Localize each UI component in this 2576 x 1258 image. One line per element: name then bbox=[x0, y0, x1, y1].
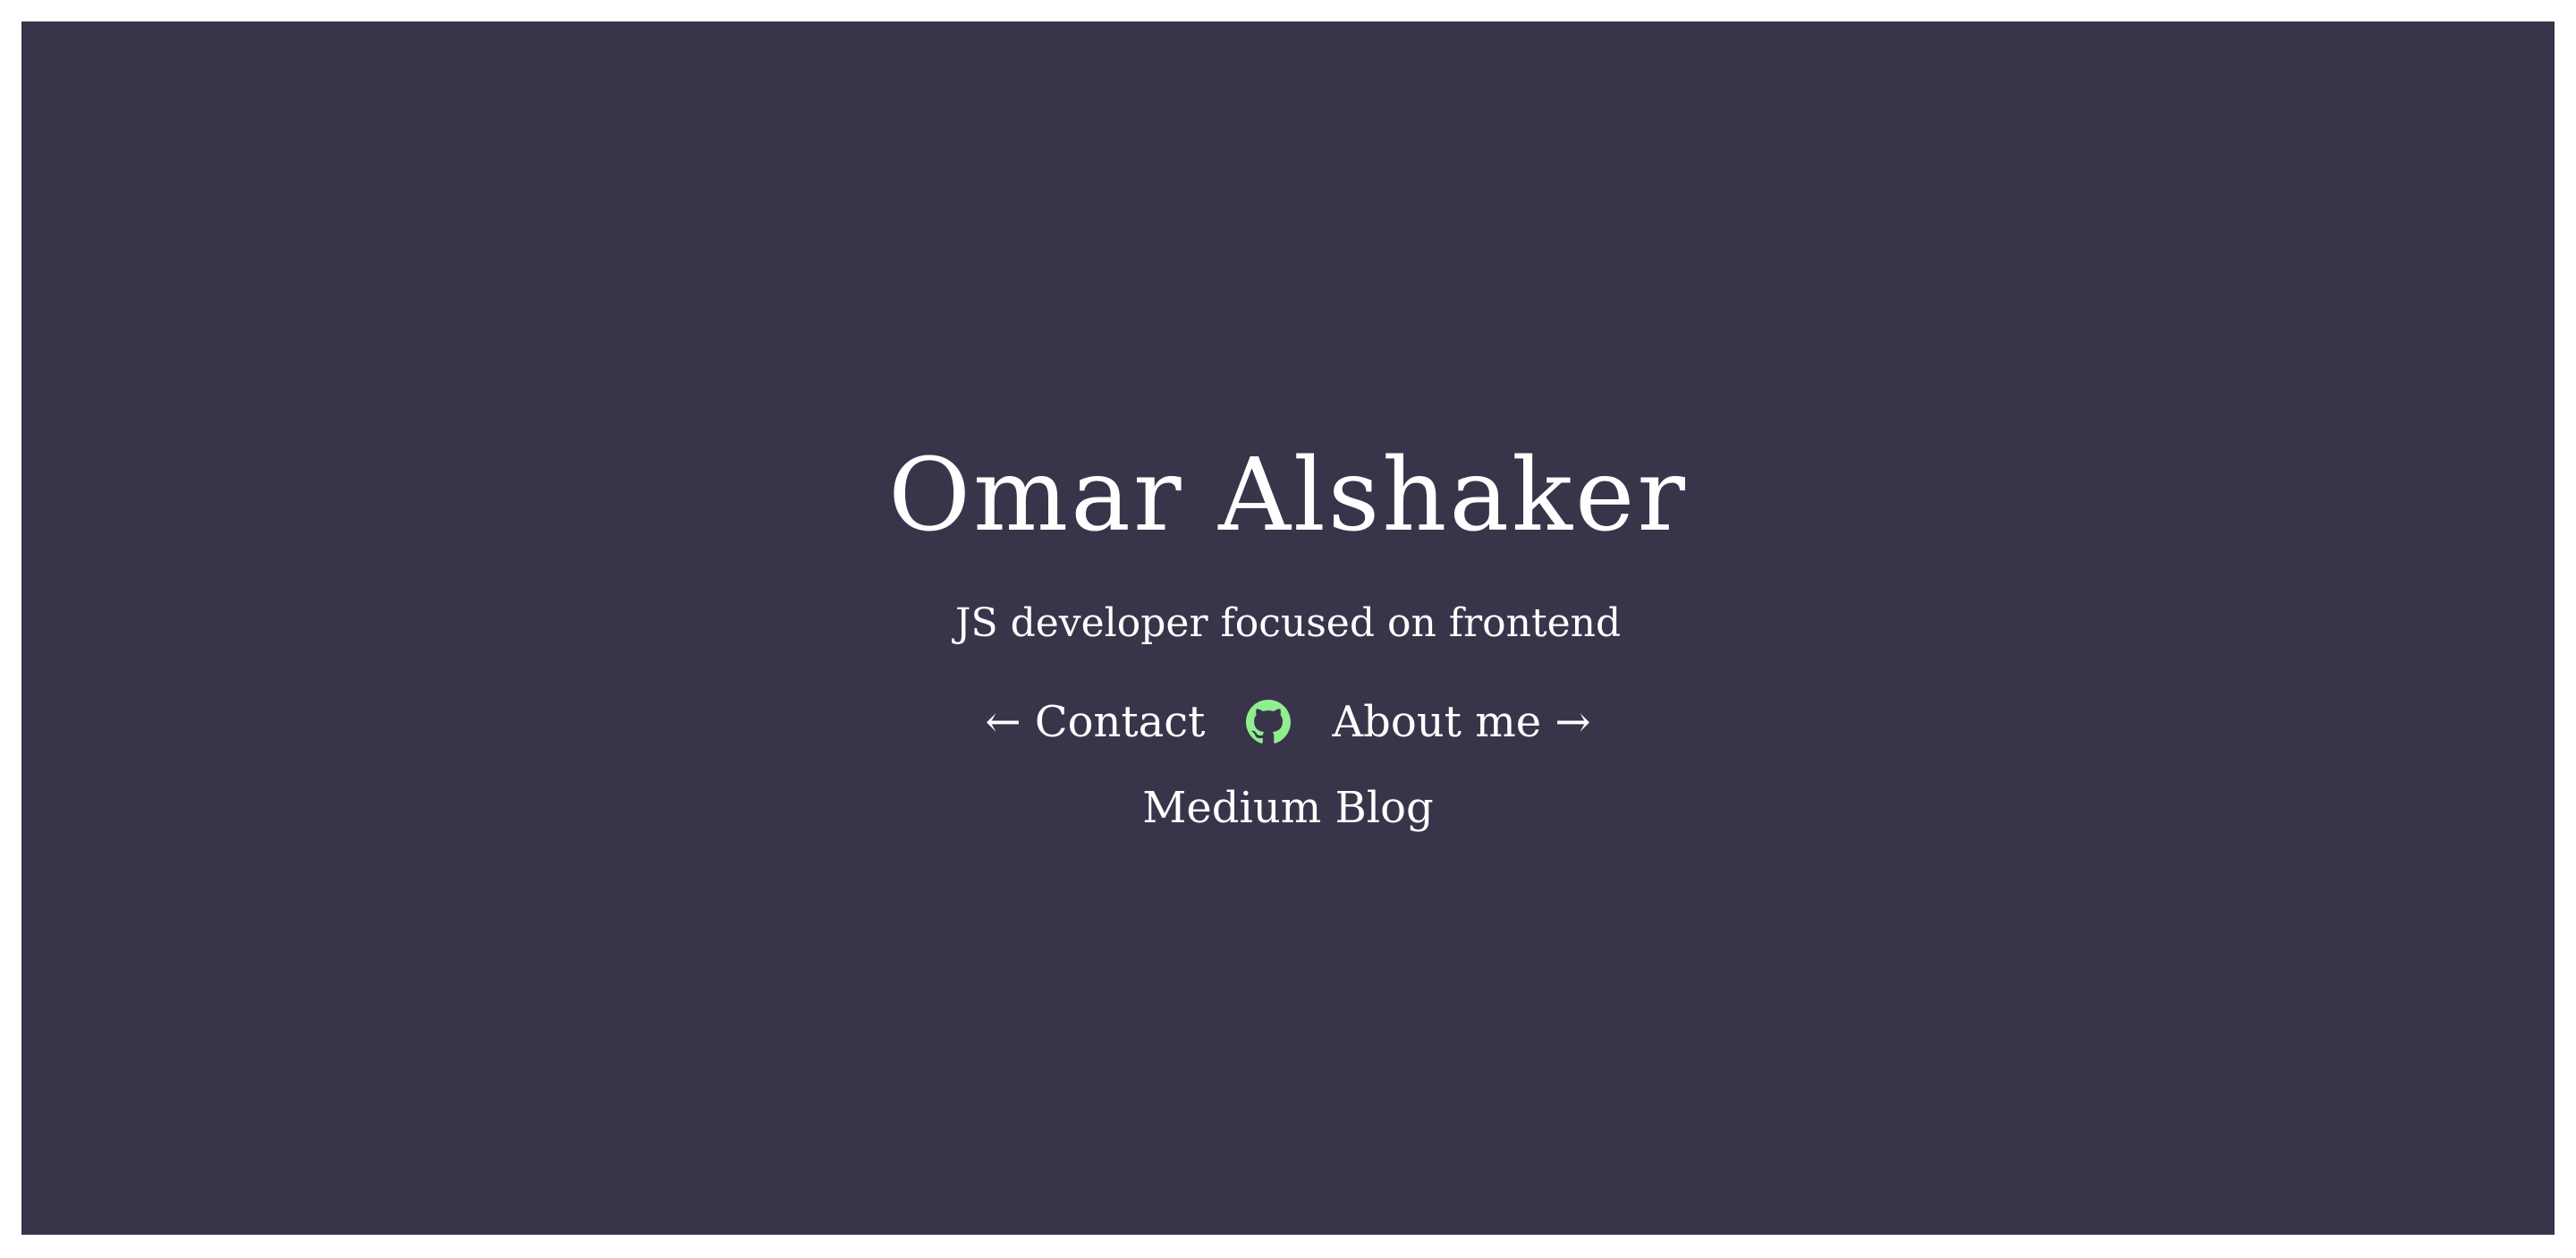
contact-link[interactable]: ← Contact bbox=[985, 693, 1205, 751]
hero-section: Omar Alshaker JS developer focused on fr… bbox=[21, 429, 2555, 837]
nav-links: ← Contact About me → bbox=[21, 693, 2555, 751]
github-link[interactable] bbox=[1246, 700, 1292, 744]
page-frame: Omar Alshaker JS developer focused on fr… bbox=[21, 21, 2555, 1235]
github-icon bbox=[1246, 700, 1292, 744]
about-link[interactable]: About me → bbox=[1332, 693, 1590, 751]
hero-name: Omar Alshaker bbox=[888, 438, 1688, 554]
hero-tagline: JS developer focused on frontend bbox=[954, 600, 1622, 646]
medium-blog-link[interactable]: Medium Blog bbox=[1142, 783, 1434, 833]
blog-row: Medium Blog bbox=[21, 779, 2555, 837]
